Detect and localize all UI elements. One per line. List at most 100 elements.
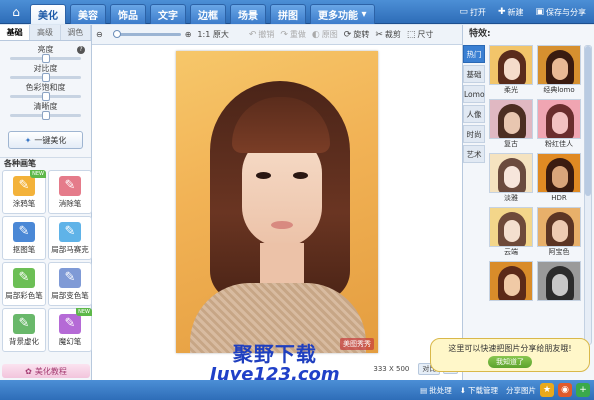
tab-more-features[interactable]: 更多功能 ▾ bbox=[310, 4, 375, 24]
brush-label: 消除笔 bbox=[58, 198, 82, 208]
contrast-slider[interactable] bbox=[10, 73, 81, 82]
portrait-photo[interactable]: 美图秀秀 bbox=[176, 51, 378, 353]
original-image-button[interactable]: ◐ 原图 bbox=[312, 29, 338, 40]
effect-item[interactable]: 经典lomo bbox=[537, 45, 581, 96]
batch-process-button[interactable]: ▤ 批处理 bbox=[420, 385, 452, 396]
effect-item[interactable]: 粉红佳人 bbox=[537, 99, 581, 150]
category-fashion[interactable]: 时尚 bbox=[463, 125, 485, 143]
save-share-button[interactable]: ▣ 保存与分享 bbox=[531, 4, 590, 20]
tab-collage[interactable]: 拼图 bbox=[270, 4, 306, 24]
zoom-slider[interactable] bbox=[112, 30, 181, 38]
tab-advanced[interactable]: 高级 bbox=[30, 25, 61, 40]
zoom-slider-knob[interactable] bbox=[112, 30, 121, 38]
effect-label: HDR bbox=[551, 194, 567, 202]
status-bar: ▤ 批处理 ⬇ 下载管理 分享图片 ★ ◉ + bbox=[0, 380, 594, 400]
new-button[interactable]: ✚ 新建 bbox=[494, 4, 528, 20]
tab-beauty[interactable]: 美容 bbox=[70, 4, 106, 24]
brightness-knob[interactable] bbox=[41, 54, 50, 63]
contrast-knob[interactable] bbox=[41, 73, 50, 82]
crop-button[interactable]: ✂ 裁剪 bbox=[375, 29, 401, 40]
effect-thumbnail[interactable] bbox=[537, 153, 581, 193]
tooltip-text: 这里可以快速把图片分享给朋友哦! bbox=[448, 344, 572, 353]
weibo-icon[interactable]: ◉ bbox=[558, 383, 572, 397]
brush-blur[interactable]: ✎ 背景虚化 bbox=[2, 308, 46, 352]
saturation-slider[interactable] bbox=[10, 92, 81, 101]
category-lomo[interactable]: Lomo bbox=[463, 85, 485, 103]
effect-item[interactable]: 淡雅 bbox=[489, 153, 533, 204]
open-button[interactable]: ▭ 打开 bbox=[455, 4, 490, 20]
download-manager-button[interactable]: ⬇ 下载管理 bbox=[460, 385, 498, 396]
brush-eraser[interactable]: ✎ 消除笔 bbox=[48, 170, 92, 214]
share-image-button[interactable]: 分享图片 bbox=[506, 385, 536, 396]
top-bar: ⌂ 美化 美容 饰品 文字 边框 场景 拼图 更多功能 ▾ ▭ 打开 ✚ 新建 ▣ 保… bbox=[0, 0, 594, 24]
batch-label: 批处理 bbox=[429, 385, 452, 395]
home-icon[interactable]: ⌂ bbox=[6, 3, 26, 21]
effect-thumbnail[interactable] bbox=[489, 45, 533, 85]
undo-icon: ↶ bbox=[248, 29, 257, 40]
effects-scrollbar-thumb[interactable] bbox=[585, 46, 591, 196]
tab-beautify[interactable]: 美化 bbox=[30, 4, 66, 24]
sharpness-knob[interactable] bbox=[41, 111, 50, 120]
mosaic-icon: ✎ bbox=[59, 221, 81, 242]
brush-brush[interactable]: ✎ 涂鸦笔 NEW bbox=[2, 170, 46, 214]
saturation-knob[interactable] bbox=[41, 92, 50, 101]
info-icon[interactable]: ? bbox=[77, 46, 85, 54]
effect-thumbnail[interactable] bbox=[537, 207, 581, 247]
category-hot[interactable]: 热门 bbox=[463, 45, 485, 63]
main-tabs: 美化 美容 饰品 文字 边框 场景 拼图 更多功能 ▾ bbox=[30, 4, 379, 24]
category-basic[interactable]: 基础 bbox=[463, 65, 485, 83]
effect-label: 经典lomo bbox=[543, 86, 575, 94]
effect-item[interactable]: 复古 bbox=[489, 99, 533, 150]
effect-thumbnail[interactable] bbox=[489, 261, 533, 301]
tab-accessories[interactable]: 饰品 bbox=[110, 4, 146, 24]
effects-scrollbar[interactable] bbox=[584, 45, 592, 345]
image-dimensions: 333 X 500 bbox=[373, 365, 409, 373]
got-it-button[interactable]: 我知道了 bbox=[488, 356, 532, 368]
effect-thumbnail[interactable] bbox=[489, 207, 533, 247]
brightness-slider[interactable] bbox=[10, 54, 81, 63]
canvas-toolbar: ⊖ ⊕ 1:1 原大 ↶ 撤销 ↷ 重做 ◐ 原图 ⟳ 旋转 ✂ 裁剪 ⬚ 尺寸 bbox=[92, 25, 462, 45]
effect-thumbnail[interactable] bbox=[537, 261, 581, 301]
rotate-icon: ⟳ bbox=[343, 29, 352, 40]
tab-scene[interactable]: 场景 bbox=[230, 4, 266, 24]
actual-size-button[interactable]: 1:1 原大 bbox=[197, 29, 228, 40]
brand-watermark: 聚野下载 Juye123.com bbox=[210, 343, 340, 385]
brush-color-brush[interactable]: ✎ 局部彩色笔 bbox=[2, 262, 46, 306]
brush-mosaic[interactable]: ✎ 局部马赛克 bbox=[48, 216, 92, 260]
effect-item[interactable]: HDR bbox=[537, 153, 581, 204]
photo-eye-right bbox=[293, 172, 308, 179]
undo-button[interactable]: ↶ 撤销 bbox=[249, 29, 275, 40]
photo-eye-left bbox=[256, 172, 271, 179]
effects-title: 特效: bbox=[469, 29, 491, 39]
effect-item[interactable]: 柔光 bbox=[489, 45, 533, 96]
tab-basic[interactable]: 基础 bbox=[0, 25, 31, 40]
brush-cutout[interactable]: ✎ 抠图笔 bbox=[2, 216, 46, 260]
beautify-tutorial-link[interactable]: ✿ 美化教程 bbox=[2, 364, 90, 378]
tab-frame[interactable]: 边框 bbox=[190, 4, 226, 24]
photo-lips bbox=[271, 221, 293, 229]
effect-item[interactable] bbox=[489, 261, 533, 312]
category-portrait[interactable]: 人像 bbox=[463, 105, 485, 123]
effect-thumbnail[interactable] bbox=[537, 99, 581, 139]
sharpness-slider[interactable] bbox=[10, 111, 81, 120]
category-art[interactable]: 艺术 bbox=[463, 145, 485, 163]
star-icon[interactable]: ★ bbox=[540, 383, 554, 397]
zoom-out-icon[interactable]: ⊖ bbox=[96, 30, 103, 39]
add-icon[interactable]: + bbox=[576, 383, 590, 397]
effect-item[interactable] bbox=[537, 261, 581, 312]
tab-text[interactable]: 文字 bbox=[150, 4, 186, 24]
thumb-face bbox=[504, 166, 520, 188]
effect-thumbnail[interactable] bbox=[489, 153, 533, 193]
effect-thumbnail[interactable] bbox=[489, 99, 533, 139]
rotate-button[interactable]: ⟳ 旋转 bbox=[344, 29, 370, 40]
one-key-beautify-button[interactable]: ✦ 一键美化 bbox=[8, 131, 83, 149]
effect-item[interactable]: 阿宝色 bbox=[537, 207, 581, 258]
brush-magic-brush[interactable]: ✎ 魔幻笔 NEW bbox=[48, 308, 92, 352]
redo-button[interactable]: ↷ 重做 bbox=[280, 29, 306, 40]
effect-thumbnail[interactable] bbox=[537, 45, 581, 85]
tab-color-tone[interactable]: 调色 bbox=[60, 25, 91, 40]
effect-item[interactable]: 云端 bbox=[489, 207, 533, 258]
resize-button[interactable]: ⬚ 尺寸 bbox=[407, 29, 434, 40]
zoom-in-icon[interactable]: ⊕ bbox=[185, 30, 192, 39]
brush-recolor-brush[interactable]: ✎ 局部变色笔 bbox=[48, 262, 92, 306]
